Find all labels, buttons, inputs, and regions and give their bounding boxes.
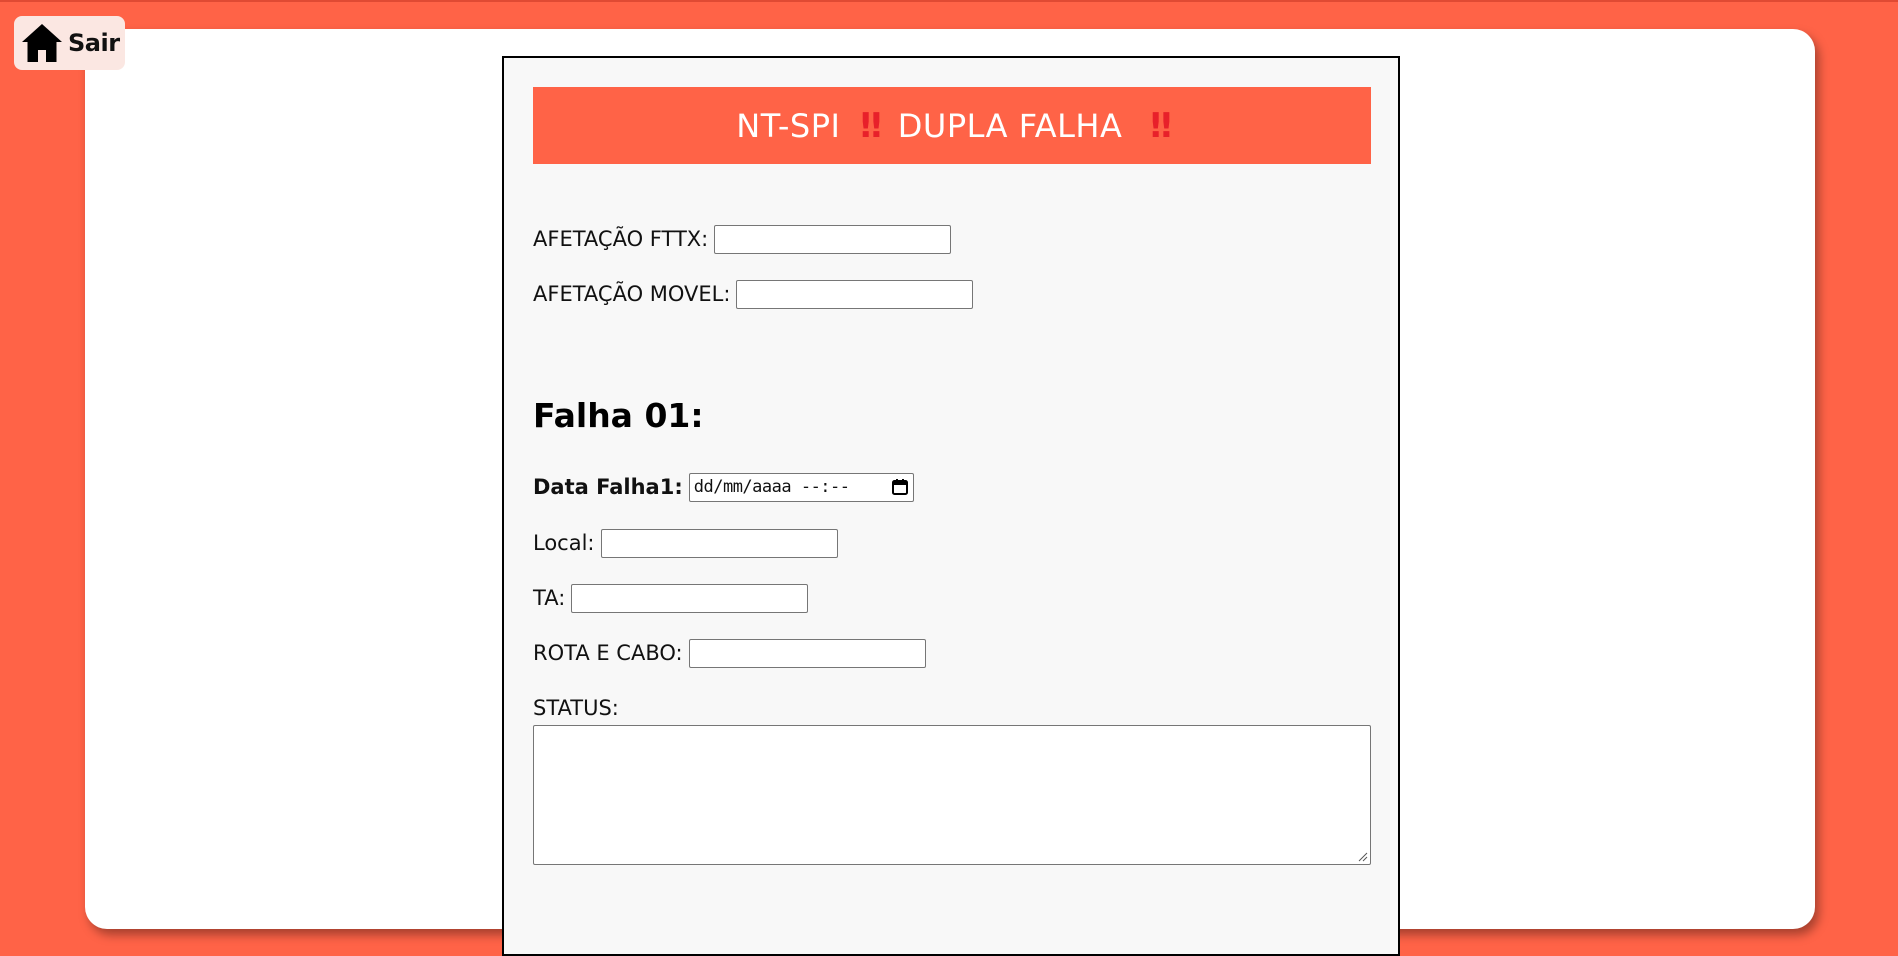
home-icon [22,24,62,62]
rota-cabo-row: ROTA E CABO: [533,638,926,668]
banner-title-part2: DUPLA FALHA [897,106,1123,145]
afetacao-fttx-row: AFETAÇÃO FTTX: [533,224,952,254]
ta-input[interactable] [571,583,809,613]
calendar-icon[interactable] [891,478,909,496]
afetacao-movel-input[interactable] [736,279,974,309]
double-exclamation-icon: ‼ [1150,105,1171,146]
data-falha-datetime-input[interactable]: dd/mm/aaaa --:-- [688,472,914,502]
data-falha-row: Data Falha1: dd/mm/aaaa --:-- [533,472,914,502]
rota-cabo-label: ROTA E CABO: [533,641,683,665]
afetacao-fttx-input[interactable] [714,224,952,254]
double-exclamation-icon: ‼ [860,105,881,146]
banner-title-part1: NT-SPI [736,106,841,145]
afetacao-movel-row: AFETAÇÃO MOVEL: [533,279,974,309]
main-card: NT-SPI ‼ DUPLA FALHA ‼ AFETAÇÃO FTTX: AF… [85,29,1815,956]
form-header-banner: NT-SPI ‼ DUPLA FALHA ‼ [533,87,1371,164]
data-falha-label: Data Falha1: [533,475,683,499]
form-panel: NT-SPI ‼ DUPLA FALHA ‼ AFETAÇÃO FTTX: AF… [502,56,1400,956]
status-textarea[interactable] [533,725,1371,865]
top-edge [0,0,1898,2]
resize-grip-icon[interactable] [1358,852,1368,862]
ta-label: TA: [533,586,566,610]
local-label: Local: [533,531,595,555]
exit-button[interactable]: Sair [14,16,125,70]
local-input[interactable] [600,528,838,558]
ta-row: TA: [533,583,809,613]
datetime-placeholder: dd/mm/aaaa --:-- [693,477,850,497]
exit-label: Sair [68,29,120,57]
rota-cabo-input[interactable] [688,638,926,668]
local-row: Local: [533,528,838,558]
afetacao-movel-label: AFETAÇÃO MOVEL: [533,282,731,306]
afetacao-fttx-label: AFETAÇÃO FTTX: [533,227,709,251]
falha-01-heading: Falha 01: [533,396,704,435]
status-label: STATUS: [533,696,619,720]
